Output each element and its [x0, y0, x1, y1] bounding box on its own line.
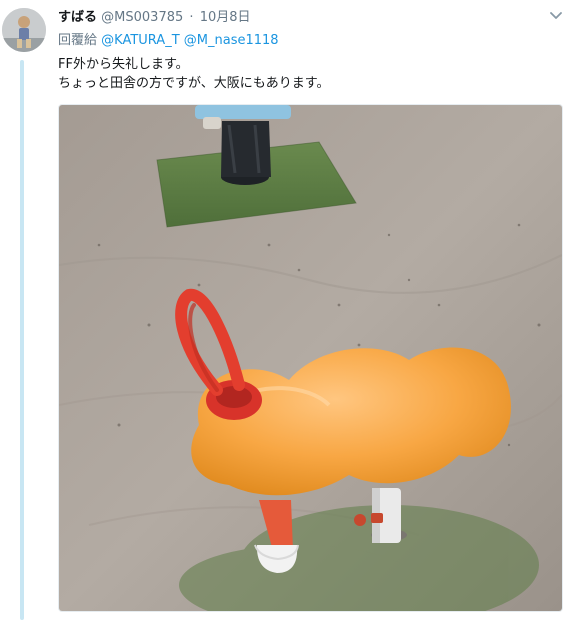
reply-context: 回覆給 @KATURA_T @M_nase1118 — [58, 33, 279, 49]
tweet-text: FF外から失礼します。 ちょっと田舎の方ですが、大阪にもあります。 — [58, 55, 329, 93]
tweet-photo[interactable] — [58, 104, 563, 612]
timestamp[interactable]: 10月8日 — [200, 10, 251, 25]
avatar[interactable] — [2, 8, 46, 52]
mention-link[interactable]: @M_nase1118 — [184, 33, 279, 48]
tweet-menu-button[interactable] — [546, 6, 566, 26]
avatar-image — [2, 8, 46, 52]
photo-playground-spring-rider — [59, 105, 562, 611]
thread-line — [20, 60, 24, 620]
handle[interactable]: @MS003785 — [101, 10, 183, 25]
tweet-header: すばる @MS003785 · 10月8日 — [58, 9, 580, 29]
tweet-text-line: ちょっと田舎の方ですが、大阪にもあります。 — [58, 76, 330, 91]
chevron-down-icon — [550, 12, 562, 19]
display-name[interactable]: すばる — [58, 10, 97, 25]
separator: · — [189, 10, 194, 25]
mention-link[interactable]: @KATURA_T — [101, 33, 179, 48]
reply-label: 回覆給 — [58, 33, 98, 48]
tweet-text-line: FF外から失礼します。 — [58, 57, 189, 72]
tweet: すばる @MS003785 · 10月8日 回覆給 @KATURA_T @M_n… — [0, 0, 580, 622]
